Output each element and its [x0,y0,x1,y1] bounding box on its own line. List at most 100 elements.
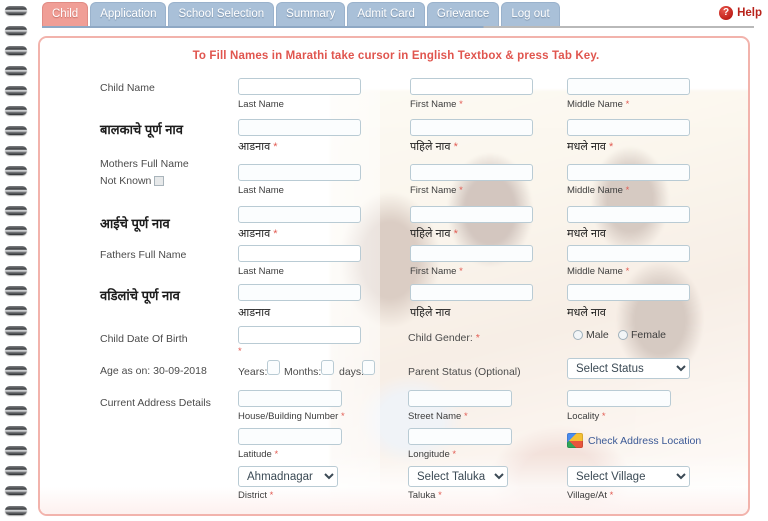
spiral-ring [5,86,27,95]
mother-middle-name-marathi-input[interactable] [567,206,690,223]
tab-grievance[interactable]: Grievance [426,2,500,26]
father-middle-name-marathi-input[interactable] [567,284,690,301]
child-middle-name-sublabel: Middle Name * [567,99,630,110]
page-root: Child Application School Selection Summary A… [0,0,768,521]
help-button[interactable]: ? Help [719,6,762,20]
taluka-select[interactable]: Select Taluka [408,466,508,487]
tab-admit-card[interactable]: Admit Card [347,2,425,26]
spiral-ring [5,26,27,35]
taluka-sublabel: Taluka * [408,490,442,501]
father-middle-name-input[interactable] [567,245,690,262]
tab-summary[interactable]: Summary [276,2,346,26]
parent-status-select[interactable]: Select Status [567,358,690,379]
mother-first-name-marathi-sublabel: पहिले नाव * [410,228,458,240]
spiral-ring [5,466,27,475]
spiral-ring [5,366,27,375]
child-first-name-marathi-sublabel: पहिले नाव * [410,141,458,153]
top-navigation-bar: Child Application School Selection Summary A… [30,0,768,28]
spiral-ring [5,306,27,315]
street-name-sublabel: Street Name * [408,411,468,422]
parent-status-label: Parent Status (Optional) [408,366,521,378]
latitude-input[interactable] [238,428,342,445]
spiral-ring [5,6,27,15]
age-days-input[interactable] [362,360,375,375]
locality-sublabel: Locality * [567,411,606,422]
father-last-name-marathi-sublabel: आडनाव [238,307,271,319]
google-maps-icon [567,433,583,448]
spiral-ring [5,346,27,355]
father-name-label-marathi: वडिलांचे पूर्ण नाव [100,288,180,303]
locality-input[interactable] [567,390,671,407]
child-last-name-marathi-input[interactable] [238,119,361,136]
check-address-location-link[interactable]: Check Address Location [567,433,701,448]
tab-application[interactable]: Application [90,2,167,26]
mother-middle-name-sublabel: Middle Name * [567,185,630,196]
house-number-sublabel: House/Building Number * [238,411,345,422]
dob-input[interactable] [238,326,361,344]
mother-name-label: Mothers Full Name [100,158,189,170]
district-select[interactable]: Ahmadnagar [238,466,338,487]
longitude-sublabel: Longitude * [408,449,457,460]
child-middle-name-marathi-sublabel: मधले नाव * [567,141,614,153]
father-first-name-marathi-input[interactable] [410,284,533,301]
child-first-name-sublabel: First Name * [410,99,463,110]
mother-not-known-label: Not Known [100,175,152,187]
spiral-ring [5,486,27,495]
spiral-ring [5,506,27,515]
district-sublabel: District * [238,490,274,501]
father-last-name-marathi-input[interactable] [238,284,361,301]
spiral-ring [5,426,27,435]
mother-not-known-checkbox[interactable] [154,176,164,186]
spiral-ring [5,246,27,255]
spiral-ring [5,186,27,195]
child-middle-name-input[interactable] [567,78,690,95]
help-label: Help [737,7,762,19]
child-name-label: Child Name [100,82,155,94]
check-address-location-label: Check Address Location [588,434,702,447]
longitude-input[interactable] [408,428,512,445]
radio-female-icon [618,330,628,340]
father-last-name-input[interactable] [238,245,361,262]
spiral-ring [5,386,27,395]
tab-list: Child Application School Selection Summary A… [42,2,560,26]
tab-log-out[interactable]: Log out [501,2,560,26]
latitude-sublabel: Latitude * [238,449,279,460]
house-number-input[interactable] [238,390,342,407]
gender-male-option[interactable]: Male [573,329,609,341]
father-middle-name-marathi-sublabel: मधले नाव [567,307,606,319]
child-first-name-input[interactable] [410,78,533,95]
tab-child[interactable]: Child [42,2,89,26]
age-months-label: Months: [284,366,322,378]
father-first-name-sublabel: First Name * [410,266,463,277]
spiral-ring [5,146,27,155]
child-last-name-sublabel: Last Name [238,99,284,110]
spiral-ring [5,46,27,55]
age-years-input[interactable] [267,360,280,375]
gender-female-option[interactable]: Female [618,329,666,341]
form-content: Child Name Last Name First Name * Middle… [40,38,748,514]
mother-middle-name-input[interactable] [567,164,690,181]
child-last-name-input[interactable] [238,78,361,95]
father-name-label: Fathers Full Name [100,249,187,261]
dob-label: Child Date Of Birth [100,333,188,345]
street-name-input[interactable] [408,390,512,407]
father-first-name-input[interactable] [410,245,533,262]
age-months-input[interactable] [321,360,334,375]
age-as-on-label: Age as on: 30-09-2018 [100,365,207,377]
mother-first-name-input[interactable] [410,164,533,181]
tab-school-selection[interactable]: School Selection [168,2,275,26]
gender-male-label: Male [586,329,609,341]
child-middle-name-marathi-input[interactable] [567,119,690,136]
mother-last-name-input[interactable] [238,164,361,181]
age-days-label: days: [339,366,365,378]
child-form-panel: To Fill Names in Marathi take cursor in … [38,36,750,516]
gender-label: Child Gender: * [408,332,480,344]
mother-first-name-marathi-input[interactable] [410,206,533,223]
mother-middle-name-marathi-sublabel: मधले नाव [567,228,606,240]
spiral-ring [5,206,27,215]
child-first-name-marathi-input[interactable] [410,119,533,136]
village-select[interactable]: Select Village [567,466,690,487]
spiral-ring [5,66,27,75]
mother-last-name-marathi-input[interactable] [238,206,361,223]
child-last-name-marathi-sublabel: आडनाव * [238,141,278,153]
